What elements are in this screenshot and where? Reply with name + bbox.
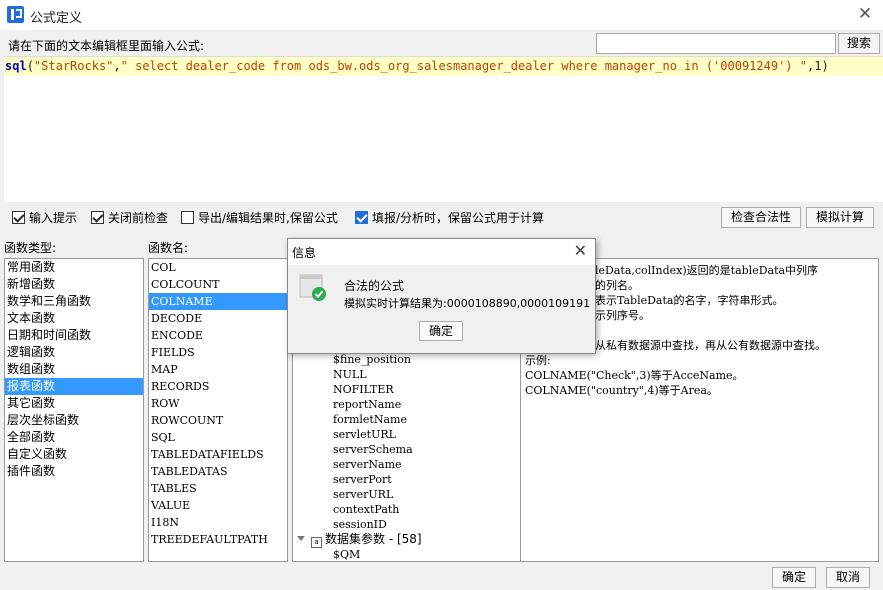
dialog-result: 模拟实时计算结果为:0000108890,0000109191 xyxy=(344,297,591,310)
func-name-item[interactable]: TABLEDATAFIELDS xyxy=(149,446,287,463)
func-name-item[interactable]: MAP xyxy=(149,361,287,378)
func-name-item[interactable]: ENCODE xyxy=(149,327,287,344)
func-name-item-selected[interactable]: COLNAME xyxy=(149,293,287,310)
desc-line: COLNAME("country",4)等于Area。 xyxy=(525,384,718,397)
window-close-icon[interactable]: ✕ xyxy=(855,4,875,24)
checkbox-check-before-close[interactable] xyxy=(91,211,104,224)
func-name-item[interactable]: SQL xyxy=(149,429,287,446)
func-type-item[interactable]: 插件函数 xyxy=(5,463,143,480)
success-document-icon xyxy=(299,274,326,301)
dialog-ok-button[interactable]: 确定 xyxy=(419,321,463,341)
param-item[interactable]: NOFILTER xyxy=(333,382,394,397)
desc-line: 的列名。 xyxy=(595,279,639,292)
func-name-item[interactable]: TREEDEFAULTPATH xyxy=(149,531,287,548)
folder-icon: a xyxy=(311,537,322,548)
param-item[interactable]: sessionID xyxy=(333,517,387,532)
func-type-item[interactable]: 逻辑函数 xyxy=(5,344,143,361)
func-name-item[interactable]: COL xyxy=(149,259,287,276)
func-type-item[interactable]: 日期和时间函数 xyxy=(5,327,143,344)
func-name-item[interactable]: TABLEDATAS xyxy=(149,463,287,480)
param-group-label: 数据集参数 - [58] xyxy=(325,532,422,546)
param-group-dataset[interactable]: a 数据集参数 - [58] xyxy=(297,531,422,548)
search-input[interactable] xyxy=(596,33,836,54)
checkbox-keep-formula-export[interactable] xyxy=(181,211,194,224)
func-name-item[interactable]: TABLES xyxy=(149,480,287,497)
option-label: 关闭前检查 xyxy=(108,211,169,225)
func-type-item[interactable]: 层次坐标函数 xyxy=(5,412,143,429)
func-type-item[interactable]: 全部函数 xyxy=(5,429,143,446)
param-item[interactable]: serverURL xyxy=(333,487,393,502)
desc-line: 示例: xyxy=(525,354,551,367)
func-type-item-selected[interactable]: 报表函数 xyxy=(5,378,143,395)
func-name-item[interactable]: FIELDS xyxy=(149,344,287,361)
expand-arrow-icon[interactable] xyxy=(297,536,305,541)
func-name-item[interactable]: RECORDS xyxy=(149,378,287,395)
formula-editor[interactable]: sql("StarRocks"," select dealer_code fro… xyxy=(4,56,883,202)
func-name-item[interactable]: ROWCOUNT xyxy=(149,412,287,429)
func-type-item[interactable]: 其它函数 xyxy=(5,395,143,412)
desc-line: 表示TableData的名字，字符串形式。 xyxy=(595,294,784,307)
param-item[interactable]: $fine_position xyxy=(333,352,411,367)
func-name-list[interactable]: COL COLCOUNT COLNAME DECODE ENCODE FIELD… xyxy=(148,258,288,562)
search-button[interactable]: 搜索 xyxy=(838,33,880,54)
option-label: 输入提示 xyxy=(29,211,78,225)
check-validity-button[interactable]: 检查合法性 xyxy=(721,207,801,228)
ok-button[interactable]: 确定 xyxy=(772,567,816,588)
option-keep-formula-fill[interactable]: 填报/分析时，保留公式用于计算 xyxy=(355,208,544,228)
formula-comma: , xyxy=(113,59,121,73)
formula-arg-sql: " select dealer_code from ods_bw.ods_org… xyxy=(120,59,807,73)
title-bar: 公式定义 ✕ xyxy=(0,0,883,30)
checkbox-input-hint[interactable] xyxy=(12,211,25,224)
func-type-item[interactable]: 数学和三角函数 xyxy=(5,293,143,310)
func-name-item[interactable]: ROW xyxy=(149,395,287,412)
func-name-item[interactable]: COLCOUNT xyxy=(149,276,287,293)
param-item[interactable]: serverSchema xyxy=(333,442,413,457)
cancel-button[interactable]: 取消 xyxy=(826,567,870,588)
app-logo-icon xyxy=(7,6,24,23)
desc-line: 示列序号。 xyxy=(595,309,650,322)
func-type-item[interactable]: 文本函数 xyxy=(5,310,143,327)
func-type-item[interactable]: 新增函数 xyxy=(5,276,143,293)
formula-function: sql xyxy=(5,59,27,73)
dialog-title: 信息 xyxy=(292,246,317,260)
func-name-label: 函数名: xyxy=(148,241,189,255)
window-title: 公式定义 xyxy=(30,11,83,26)
option-check-before-close[interactable]: 关闭前检查 xyxy=(91,208,168,228)
dialog-close-icon[interactable]: ✕ xyxy=(574,241,587,260)
func-type-label: 函数类型: xyxy=(4,241,57,255)
dialog-title-bar: 信息 ✕ xyxy=(288,239,595,265)
editor-prompt: 请在下面的文本编辑框里面输入公式: xyxy=(8,39,205,53)
func-name-item[interactable]: DECODE xyxy=(149,310,287,327)
option-keep-formula-export[interactable]: 导出/编辑结果时,保留公式 xyxy=(181,208,338,228)
option-label: 导出/编辑结果时,保留公式 xyxy=(198,211,338,225)
option-label: 填报/分析时，保留公式用于计算 xyxy=(372,211,545,225)
param-item[interactable]: contextPath xyxy=(333,502,399,517)
formula-paren: ) xyxy=(821,59,829,73)
func-name-item[interactable]: I18N xyxy=(149,514,287,531)
dialog-message: 合法的公式 xyxy=(344,279,405,293)
param-item[interactable]: $QM xyxy=(333,547,360,561)
checkbox-keep-formula-fill[interactable] xyxy=(355,211,368,224)
desc-line: COLNAME("Check",3)等于AcceName。 xyxy=(525,369,744,382)
func-type-item[interactable]: 自定义函数 xyxy=(5,446,143,463)
func-name-item[interactable]: VALUE xyxy=(149,497,287,514)
func-type-list[interactable]: 常用函数 新增函数 数学和三角函数 文本函数 日期和时间函数 逻辑函数 数组函数… xyxy=(4,258,144,562)
func-type-item[interactable]: 常用函数 xyxy=(5,259,143,276)
desc-line: 从私有数据源中查找，再从公有数据源中查找。 xyxy=(595,339,826,352)
desc-line: leData,colIndex)返回的是tableData中列序 xyxy=(595,264,819,277)
option-input-hint[interactable]: 输入提示 xyxy=(12,208,77,228)
param-item[interactable]: NULL xyxy=(333,367,367,382)
info-dialog: 信息 ✕ 合法的公式 模拟实时计算结果为:0000108890,00001091… xyxy=(287,238,596,354)
formula-line[interactable]: sql("StarRocks"," select dealer_code fro… xyxy=(4,57,883,76)
simulate-button[interactable]: 模拟计算 xyxy=(806,207,874,228)
param-item[interactable]: reportName xyxy=(333,397,401,412)
func-type-item[interactable]: 数组函数 xyxy=(5,361,143,378)
param-item[interactable]: servletURL xyxy=(333,427,396,442)
param-item[interactable]: serverName xyxy=(333,457,402,472)
formula-arg-datasource: "StarRocks" xyxy=(33,59,114,73)
param-item[interactable]: formletName xyxy=(333,412,407,427)
param-item[interactable]: serverPort xyxy=(333,472,392,487)
formula-paren: ( xyxy=(26,59,34,73)
